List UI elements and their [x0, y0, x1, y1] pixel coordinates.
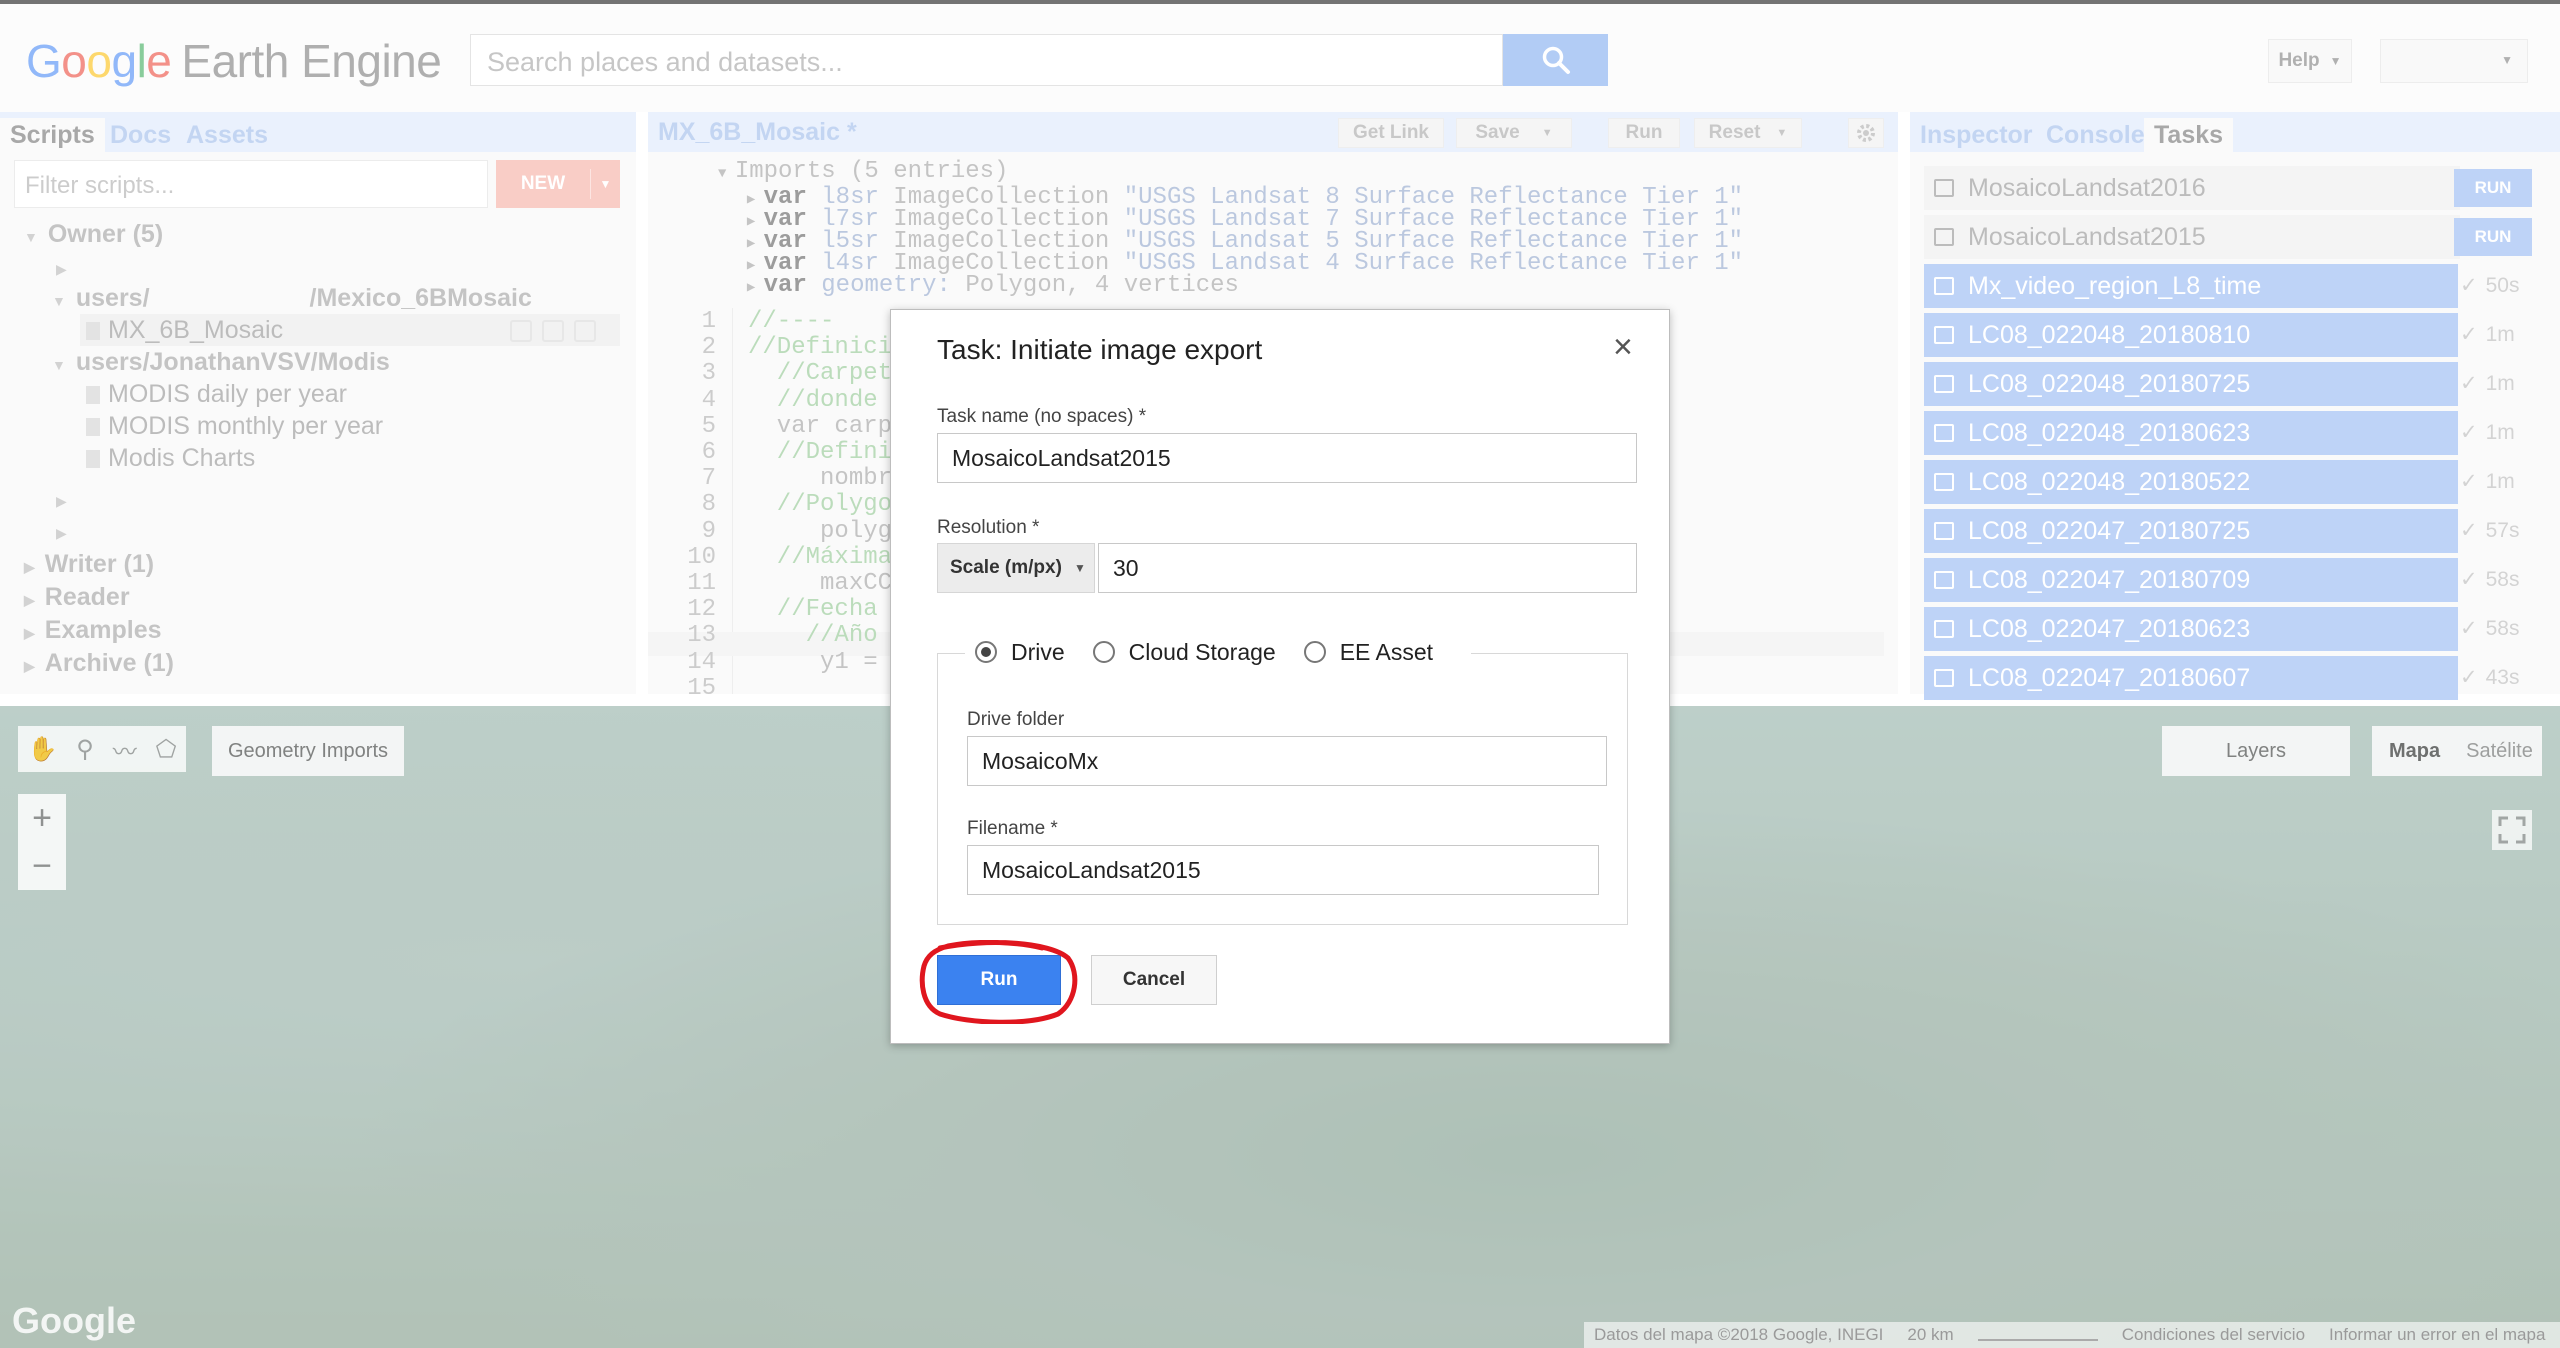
drawing-tools: ✋ ⚲ 〰 ⬠ [18, 726, 186, 772]
layers-button[interactable]: Layers [2162, 726, 2350, 776]
cancel-button[interactable]: Cancel [1091, 955, 1217, 1005]
pan-hand-icon[interactable]: ✋ [27, 735, 57, 764]
drive-folder-input[interactable]: MosaicoMx [967, 736, 1607, 786]
filename-label: Filename * [967, 818, 1058, 839]
geometry-imports-button[interactable]: Geometry Imports [212, 726, 404, 776]
fullscreen-glyph [2498, 816, 2526, 844]
chevron-down-icon: ▼ [1073, 561, 1086, 575]
report-error-link[interactable]: Informar un error en el mapa [2329, 1325, 2545, 1345]
marker-icon[interactable]: ⚲ [76, 735, 94, 764]
radio-label: Drive [1011, 638, 1065, 665]
map-type-satellite[interactable]: Satélite [2457, 740, 2542, 763]
polygon-icon[interactable]: ⬠ [156, 735, 177, 764]
scale-label: Scale (m/px) [950, 557, 1062, 578]
task-name-label: Task name (no spaces) * [937, 406, 1147, 427]
map-attribution: Datos del mapa ©2018 Google, INEGI 20 km… [1584, 1322, 2560, 1348]
destination-radio-group: Drive Cloud Storage EE Asset [965, 626, 1472, 678]
radio-button[interactable] [975, 641, 997, 663]
resolution-input[interactable]: 30 [1098, 543, 1637, 593]
scale-select[interactable]: Scale (m/px) ▼ [937, 543, 1095, 593]
radio-label: EE Asset [1339, 638, 1434, 665]
radio-button[interactable] [1303, 641, 1326, 663]
radio-button[interactable] [1092, 641, 1115, 663]
export-task-dialog: Task: Initiate image export × Task name … [890, 309, 1670, 1044]
scale-label[interactable]: 20 km [1907, 1325, 1953, 1345]
attribution-data: Datos del mapa ©2018 Google, INEGI [1594, 1325, 1884, 1344]
zoom-control: + − [18, 794, 66, 890]
fullscreen-icon[interactable] [2492, 810, 2532, 850]
zoom-out-button[interactable]: − [18, 842, 66, 890]
dialog-title: Task: Initiate image export [937, 334, 1263, 365]
google-map-logo: Google [12, 1300, 136, 1341]
line-icon[interactable]: 〰 [113, 732, 137, 767]
radio-drive[interactable]: Drive [975, 639, 1065, 666]
radio-label: Cloud Storage [1128, 638, 1276, 665]
resolution-label: Resolution * [937, 517, 1040, 538]
radio-ee-asset[interactable]: EE Asset [1303, 638, 1434, 666]
task-name-input[interactable]: MosaicoLandsat2015 [937, 433, 1637, 483]
drive-folder-label: Drive folder [967, 709, 1065, 730]
zoom-in-button[interactable]: + [18, 794, 66, 842]
terms-link[interactable]: Condiciones del servicio [2122, 1325, 2305, 1345]
map-type-map[interactable]: Mapa [2372, 740, 2457, 763]
close-icon[interactable]: × [1613, 328, 1633, 367]
map-type-toggle: Mapa Satélite [2372, 726, 2542, 776]
filename-input[interactable]: MosaicoLandsat2015 [967, 845, 1599, 895]
annotation-circle [919, 940, 1078, 1024]
radio-cloud-storage[interactable]: Cloud Storage [1092, 638, 1276, 666]
scale-bar [1977, 1329, 2098, 1341]
